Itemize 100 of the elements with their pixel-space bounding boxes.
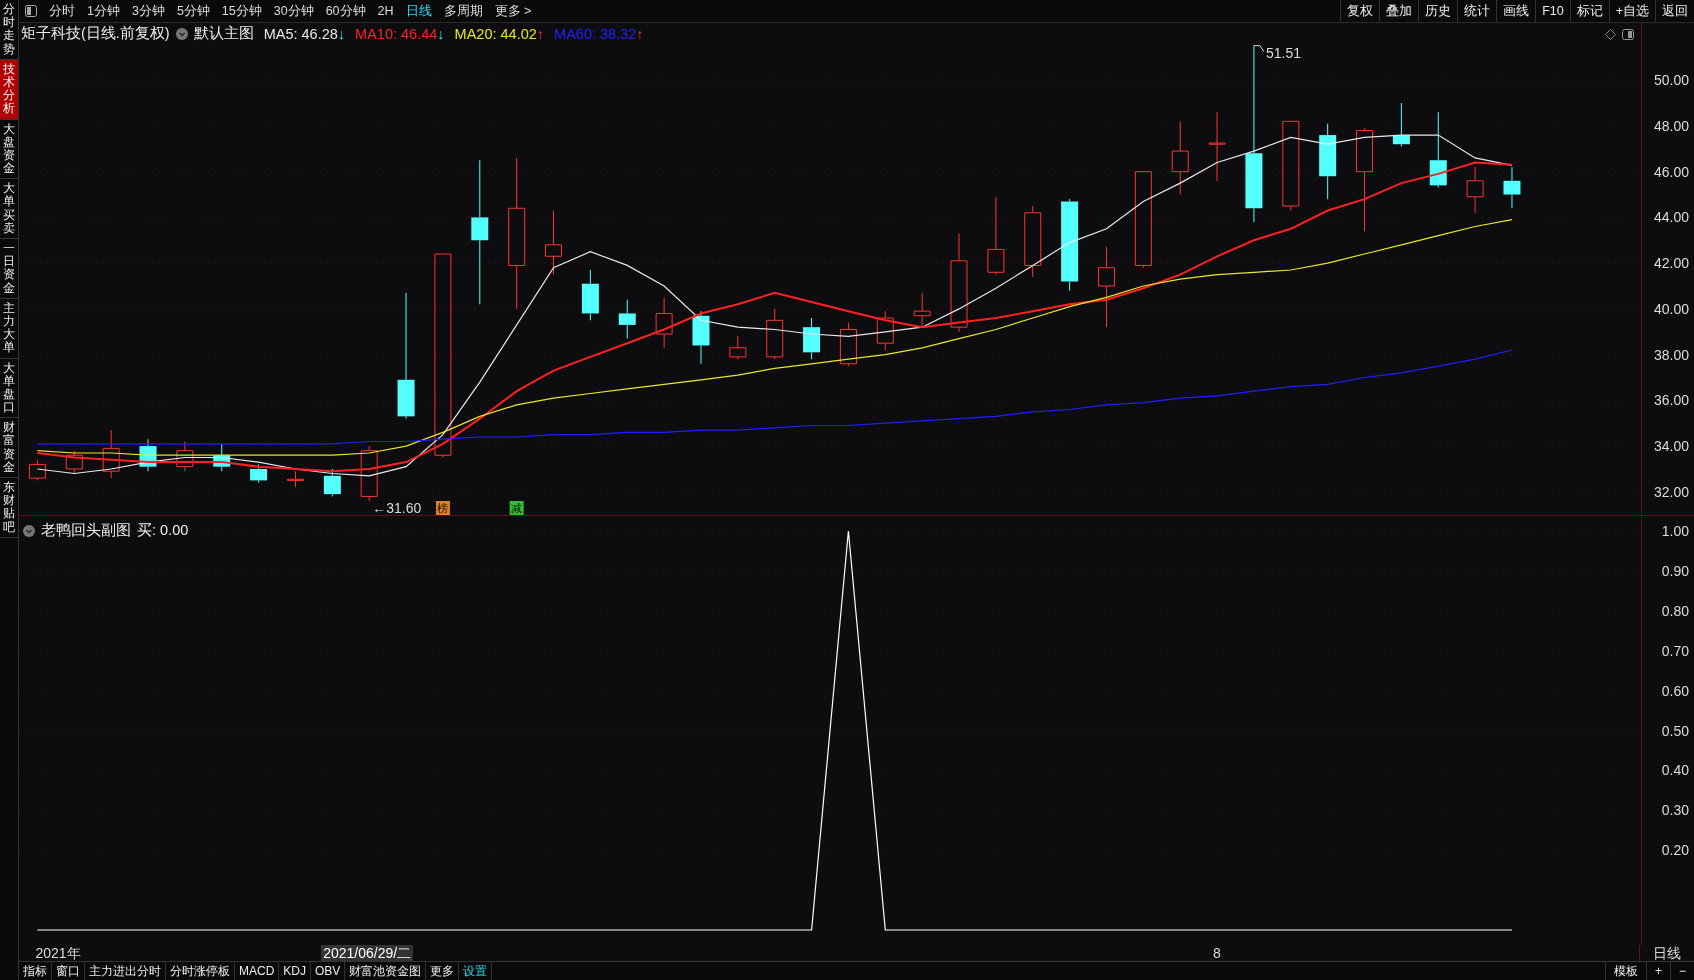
signal-badge: 减 <box>509 501 524 515</box>
axis-label: 42.00 <box>1653 255 1689 272</box>
side-tab[interactable]: 财富资金 <box>0 418 18 478</box>
axis-label: 0.30 <box>1661 802 1689 819</box>
axis-label: 38.00 <box>1653 346 1689 363</box>
candlestick <box>766 308 784 360</box>
candlestick <box>545 210 562 276</box>
bottom-tab[interactable]: 更多 <box>426 962 460 980</box>
ma-legend-item: MA60: 38.32 <box>554 25 637 42</box>
side-tab[interactable]: 一日资金 <box>0 239 18 299</box>
high-price-label: 51.51 <box>1253 44 1301 61</box>
period-tab[interactable]: 1分钟 <box>81 2 126 20</box>
candlestick <box>1466 166 1484 214</box>
low-price-label: ←31.60 <box>372 500 422 516</box>
axis-label: 46.00 <box>1653 163 1689 180</box>
side-tab[interactable]: 东财贴吧 <box>0 478 18 538</box>
bottom-tab[interactable]: 分时涨停板 <box>166 962 235 980</box>
candlestick <box>692 310 710 365</box>
candlestick <box>176 441 194 472</box>
axis-label: 48.00 <box>1653 117 1689 134</box>
period-tab[interactable]: 更多 > <box>488 2 538 20</box>
date-label: 8 <box>1213 945 1221 961</box>
candlestick <box>839 322 857 367</box>
bottom-tab[interactable]: KDJ <box>279 962 311 980</box>
side-tab[interactable]: 大单买卖 <box>0 179 18 239</box>
ma-legend-item: MA10: 46.44 <box>355 25 438 42</box>
side-tab[interactable]: 主力大单 <box>0 298 18 359</box>
side-tab[interactable]: 技术分析 <box>0 59 18 120</box>
period-tab[interactable]: 30分钟 <box>267 2 320 20</box>
candlestick <box>102 429 120 479</box>
toolbar-button[interactable]: 标记 <box>1569 0 1609 22</box>
panel-toggle-icon[interactable] <box>25 5 37 17</box>
toolbar-button[interactable]: F10 <box>1535 0 1570 22</box>
trend-arrow: ↑ <box>636 25 644 42</box>
period-tab[interactable]: 分时 <box>43 2 81 20</box>
bottom-tab[interactable]: 主力进出分时 <box>85 962 166 980</box>
axis-label: 0.50 <box>1661 722 1689 739</box>
bottom-tab[interactable]: 窗口 <box>52 962 85 980</box>
indicator-reading: 买: 0.00 <box>137 521 189 541</box>
axis-label: 32.00 <box>1653 483 1689 500</box>
trend-arrow: ↓ <box>337 25 346 42</box>
trend-arrow: ↑ <box>536 25 545 42</box>
period-tab[interactable]: 日线 <box>399 2 438 20</box>
template-label[interactable]: 默认主图 <box>193 24 254 43</box>
period-label: 日线 <box>1652 945 1683 961</box>
candlestick <box>1392 102 1410 147</box>
bottom-button[interactable]: − <box>1670 962 1694 980</box>
candlestick <box>287 470 304 488</box>
side-tab[interactable]: 大单盘口 <box>0 358 18 419</box>
candlestick <box>655 296 673 349</box>
period-tab[interactable]: 60分钟 <box>319 2 372 20</box>
panel-toggle-icon[interactable] <box>1622 29 1634 40</box>
bottom-tab[interactable]: 财富池资金图 <box>345 962 427 980</box>
axis-label: 40.00 <box>1653 300 1689 317</box>
signal-badge: 榜 <box>435 501 450 515</box>
candlestick <box>28 459 46 481</box>
ma-legend-item: MA20: 44.02 <box>454 25 537 42</box>
axis-label: 0.90 <box>1661 563 1689 580</box>
axis-label: 0.80 <box>1661 603 1689 620</box>
toolbar-button[interactable]: 统计 <box>1457 0 1497 22</box>
bottom-tab[interactable]: 设置 <box>459 962 493 980</box>
bottom-button[interactable]: + <box>1645 962 1670 980</box>
axis-label: 0.20 <box>1661 842 1689 859</box>
axis-label: 0.70 <box>1661 643 1689 660</box>
axis-label: 36.00 <box>1653 392 1689 409</box>
toolbar-button[interactable]: 叠加 <box>1379 0 1419 22</box>
candlestick <box>1208 111 1226 182</box>
ma-legend-item: MA5: 46.28 <box>263 25 338 42</box>
axis-label: 50.00 <box>1653 72 1689 89</box>
side-tab[interactable]: 大盘资金 <box>0 119 18 180</box>
stock-title: 矩子科技(日线.前复权) <box>21 24 170 43</box>
toolbar-button[interactable]: 历史 <box>1418 0 1458 22</box>
candlestick <box>250 463 268 484</box>
axis-label: 0.40 <box>1661 762 1689 779</box>
candlestick <box>323 468 341 497</box>
candlestick <box>803 317 821 360</box>
bottom-tab[interactable]: MACD <box>235 962 280 980</box>
bottom-tab[interactable]: OBV <box>311 962 346 980</box>
toolbar-button[interactable]: 复权 <box>1340 0 1380 22</box>
candlestick <box>213 443 231 472</box>
bottom-tab[interactable]: 指标 <box>19 962 52 980</box>
toolbar-button[interactable]: 返回 <box>1655 0 1694 22</box>
period-tab[interactable]: 2H <box>371 4 400 18</box>
dropdown-icon[interactable] <box>175 27 188 40</box>
period-tab[interactable]: 15分钟 <box>215 2 268 20</box>
candlestick <box>1503 166 1521 209</box>
trend-arrow: ↓ <box>437 25 445 42</box>
date-label: 2021年 <box>35 945 81 961</box>
dropdown-icon[interactable] <box>23 524 35 537</box>
period-tab[interactable]: 5分钟 <box>170 2 216 20</box>
axis-label: 44.00 <box>1653 209 1689 226</box>
candlestick <box>913 292 931 328</box>
candlestick <box>876 310 894 351</box>
period-tab[interactable]: 3分钟 <box>125 2 171 20</box>
diamond-icon[interactable] <box>1605 29 1616 40</box>
period-tab[interactable]: 多周期 <box>437 2 489 20</box>
toolbar-button[interactable]: +自选 <box>1608 0 1655 22</box>
bottom-button[interactable]: 模板 <box>1604 962 1646 980</box>
toolbar-button[interactable]: 画线 <box>1496 0 1536 22</box>
side-tab[interactable]: 分时走势 <box>0 0 18 60</box>
